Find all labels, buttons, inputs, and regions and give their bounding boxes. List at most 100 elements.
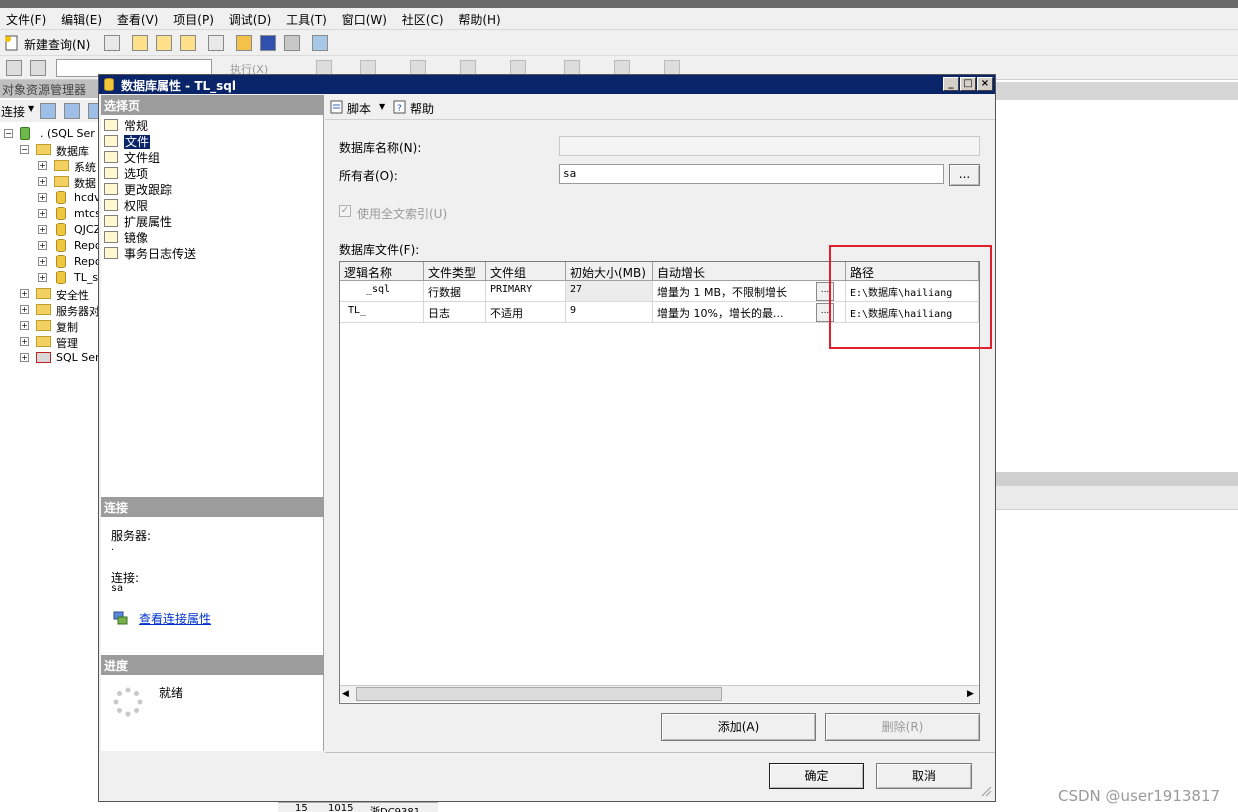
owner-browse-button[interactable]: ... bbox=[949, 164, 980, 186]
script-button[interactable]: 脚本 bbox=[347, 100, 371, 117]
change-connection-icon[interactable] bbox=[30, 60, 46, 76]
page-item[interactable]: 选项 bbox=[104, 165, 148, 181]
xmla-query-icon[interactable] bbox=[180, 35, 196, 51]
cell-filegroup[interactable]: PRIMARY bbox=[486, 281, 566, 302]
column-header-logical-name[interactable]: 逻辑名称 bbox=[340, 262, 424, 281]
tree-node[interactable]: + 复制 bbox=[0, 318, 100, 334]
save-icon[interactable] bbox=[260, 35, 276, 51]
close-button[interactable]: × bbox=[977, 77, 993, 91]
expand-icon[interactable]: + bbox=[38, 193, 47, 202]
view-connection-properties-link[interactable]: 查看连接属性 bbox=[139, 610, 211, 627]
cell-logical-name[interactable]: _sql bbox=[340, 281, 424, 302]
cell-file-type[interactable]: 行数据 bbox=[424, 281, 486, 302]
page-item[interactable]: 扩展属性 bbox=[104, 213, 172, 229]
tree-node[interactable]: + 安全性 bbox=[0, 286, 100, 302]
menu-project[interactable]: 项目(P) bbox=[167, 8, 219, 28]
cell-initial-size[interactable]: 9 bbox=[566, 302, 653, 323]
collapse-icon[interactable]: − bbox=[4, 129, 13, 138]
connect-dropdown[interactable]: 连接 bbox=[1, 103, 25, 120]
menu-community[interactable]: 社区(C) bbox=[396, 8, 449, 28]
analysis-query-icon[interactable] bbox=[156, 35, 172, 51]
cell-filegroup[interactable]: 不适用 bbox=[486, 302, 566, 323]
new-file-icon[interactable] bbox=[104, 35, 120, 51]
page-item[interactable]: 常规 bbox=[104, 117, 148, 133]
grid-horizontal-scrollbar[interactable]: ◀ ▶ bbox=[340, 685, 979, 702]
folder-icon bbox=[36, 288, 51, 299]
cell-initial-size[interactable]: 27 bbox=[566, 281, 653, 302]
db-name-field[interactable] bbox=[559, 136, 980, 156]
new-item-icon[interactable] bbox=[208, 35, 224, 51]
menu-help[interactable]: 帮助(H) bbox=[452, 8, 505, 28]
column-header-initial-size[interactable]: 初始大小(MB) bbox=[566, 262, 653, 281]
menu-file[interactable]: 文件(F) bbox=[0, 8, 51, 28]
tree-node[interactable]: + mtcs bbox=[0, 206, 101, 222]
page-item[interactable]: 事务日志传送 bbox=[104, 245, 196, 261]
page-item[interactable]: 更改跟踪 bbox=[104, 181, 172, 197]
expand-icon[interactable]: + bbox=[38, 273, 47, 282]
scroll-right-icon[interactable]: ▶ bbox=[967, 689, 974, 699]
tree-node[interactable]: − . (SQL Ser bbox=[0, 126, 100, 142]
tree-node[interactable]: + 服务器对 bbox=[0, 302, 100, 318]
script-dropdown-icon[interactable]: ▼ bbox=[379, 102, 385, 111]
expand-icon[interactable]: + bbox=[38, 177, 47, 186]
cell-file-type[interactable]: 日志 bbox=[424, 302, 486, 323]
column-header-file-type[interactable]: 文件类型 bbox=[424, 262, 486, 281]
expand-icon[interactable]: + bbox=[20, 353, 29, 362]
cancel-button[interactable]: 取消 bbox=[876, 763, 972, 789]
connect-server-icon[interactable] bbox=[40, 103, 56, 119]
page-item[interactable]: 权限 bbox=[104, 197, 148, 213]
results-splitter[interactable] bbox=[995, 472, 1238, 486]
fulltext-checkbox[interactable]: ✓ bbox=[339, 205, 351, 217]
menu-debug[interactable]: 调试(D) bbox=[223, 8, 277, 28]
add-button[interactable]: 添加(A) bbox=[661, 713, 816, 741]
owner-field[interactable]: sa bbox=[559, 164, 944, 184]
menu-view[interactable]: 查看(V) bbox=[111, 8, 164, 28]
menu-tools[interactable]: 工具(T) bbox=[280, 8, 332, 28]
tree-node[interactable]: + SQL Ser bbox=[0, 350, 100, 366]
ok-button[interactable]: 确定 bbox=[769, 763, 864, 789]
disconnect-icon[interactable] bbox=[64, 103, 80, 119]
tree-node[interactable]: + 系统 bbox=[0, 158, 100, 174]
print-icon[interactable] bbox=[284, 35, 300, 51]
scroll-left-icon[interactable]: ◀ bbox=[342, 689, 349, 699]
db-engine-query-icon[interactable] bbox=[132, 35, 148, 51]
dialog-title-bar[interactable]: 数据库属性 - TL_sql _ □ × bbox=[99, 75, 995, 94]
menu-window[interactable]: 窗口(W) bbox=[336, 8, 392, 28]
expand-icon[interactable]: + bbox=[20, 321, 29, 330]
new-query-button[interactable]: 新建查询(N) bbox=[24, 36, 90, 53]
scrollbar-thumb[interactable] bbox=[356, 687, 722, 701]
expand-icon[interactable]: + bbox=[38, 225, 47, 234]
tree-node[interactable]: + TL_s bbox=[0, 270, 100, 286]
cell-logical-name[interactable]: TL_ bbox=[340, 302, 424, 323]
expand-icon[interactable]: + bbox=[38, 209, 47, 218]
page-item[interactable]: 镜像 bbox=[104, 229, 148, 245]
dropdown-arrow-icon[interactable]: ▼ bbox=[28, 104, 34, 113]
expand-icon[interactable]: + bbox=[20, 289, 29, 298]
tree-node[interactable]: + QJCZ bbox=[0, 222, 101, 238]
help-button[interactable]: 帮助 bbox=[410, 100, 434, 117]
expand-icon[interactable]: + bbox=[38, 161, 47, 170]
tree-node[interactable]: + Repo bbox=[0, 238, 102, 254]
expand-icon[interactable]: + bbox=[38, 241, 47, 250]
page-item[interactable]: 文件 bbox=[104, 133, 151, 149]
minimize-button[interactable]: _ bbox=[943, 77, 959, 91]
column-header-autogrowth[interactable]: 自动增长 bbox=[653, 262, 846, 281]
remove-button[interactable]: 删除(R) bbox=[825, 713, 980, 741]
column-header-filegroup[interactable]: 文件组 bbox=[486, 262, 566, 281]
expand-icon[interactable]: + bbox=[38, 257, 47, 266]
tree-node[interactable]: + 数据 bbox=[0, 174, 100, 190]
activity-monitor-icon[interactable] bbox=[312, 35, 328, 51]
connect-icon[interactable] bbox=[6, 60, 22, 76]
expand-icon[interactable]: + bbox=[20, 337, 29, 346]
collapse-icon[interactable]: − bbox=[20, 145, 29, 154]
tree-node[interactable]: + 管理 bbox=[0, 334, 100, 350]
expand-icon[interactable]: + bbox=[20, 305, 29, 314]
menu-edit[interactable]: 编辑(E) bbox=[55, 8, 107, 28]
open-folder-icon[interactable] bbox=[236, 35, 252, 51]
tree-node[interactable]: + Repo bbox=[0, 254, 102, 270]
resize-grip-icon[interactable] bbox=[980, 785, 992, 797]
page-item[interactable]: 文件组 bbox=[104, 149, 160, 165]
maximize-button[interactable]: □ bbox=[960, 77, 976, 91]
tree-node[interactable]: + hcdv bbox=[0, 190, 101, 206]
tree-node[interactable]: − 数据库 bbox=[0, 142, 100, 158]
